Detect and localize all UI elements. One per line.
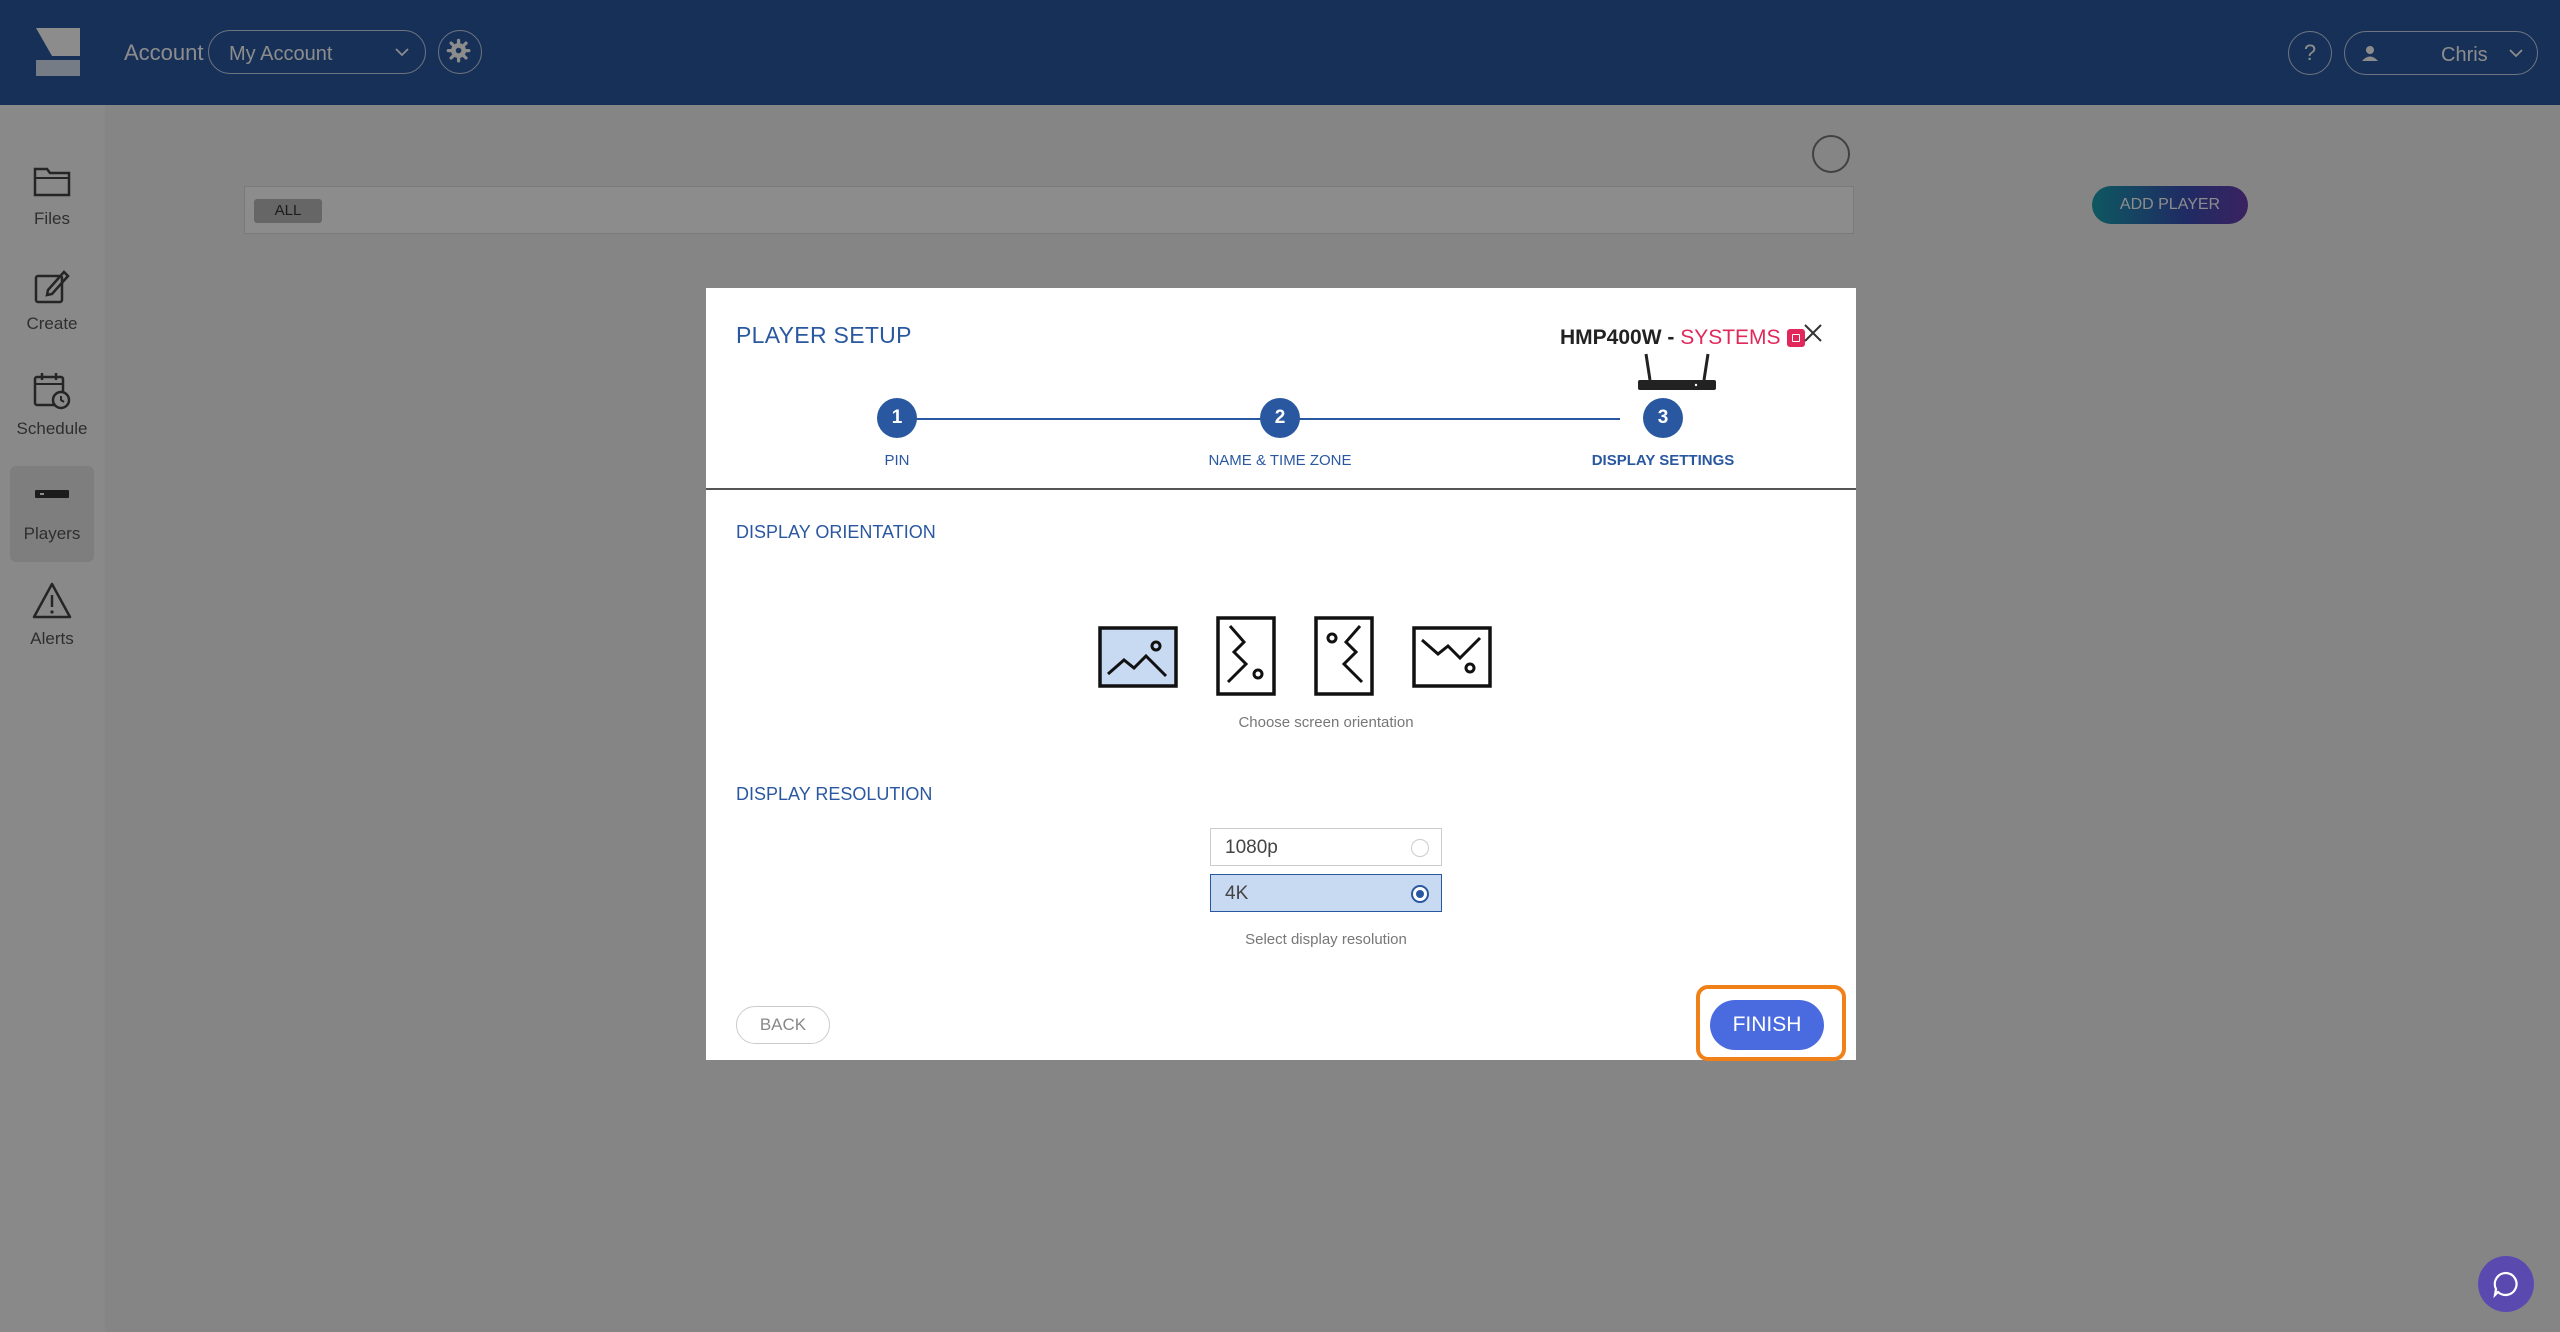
landscape-icon (1098, 626, 1178, 688)
orientation-landscape-option[interactable] (1098, 626, 1178, 688)
close-icon[interactable] (1802, 322, 1824, 344)
orientation-heading: DISPLAY ORIENTATION (736, 522, 936, 542)
step-3-label: DISPLAY SETTINGS (1591, 452, 1735, 469)
resolution-option-1080p[interactable]: 1080p (1210, 828, 1442, 866)
orientation-landscape-flipped-option[interactable] (1412, 626, 1492, 688)
step-1-circle: 1 (877, 398, 917, 438)
step-1-label: PIN (884, 452, 910, 469)
device-name: HMP400W - SYSTEMS (1560, 326, 1805, 350)
device-model: HMP400W - (1560, 326, 1681, 349)
device-tag: SYSTEMS (1680, 326, 1781, 349)
header-divider (706, 488, 1856, 490)
router-device-icon (1638, 353, 1716, 390)
resolution-option-4k[interactable]: 4K (1210, 874, 1442, 912)
portrait-right-icon (1216, 616, 1276, 696)
orientation-hint: Choose screen orientation (1238, 714, 1414, 731)
landscape-flipped-icon (1412, 626, 1492, 688)
orientation-portrait-right-option[interactable] (1216, 616, 1276, 696)
back-button[interactable]: BACK (736, 1006, 830, 1044)
step-3-circle: 3 (1643, 398, 1683, 438)
portrait-left-icon (1314, 616, 1374, 696)
player-setup-modal: PLAYER SETUP HMP400W - SYSTEMS 1 2 3 PIN… (706, 288, 1856, 1061)
resolution-option-label: 1080p (1225, 837, 1278, 858)
step-connector (896, 418, 1620, 420)
modal-title: PLAYER SETUP (736, 322, 912, 348)
chat-button[interactable] (2478, 1256, 2534, 1312)
finish-button[interactable]: FINISH (1710, 1000, 1824, 1050)
radio-button[interactable] (1411, 839, 1429, 857)
chat-bubble-icon (2493, 1271, 2518, 1298)
step-2-label: NAME & TIME ZONE (1208, 452, 1352, 469)
orientation-portrait-left-option[interactable] (1314, 616, 1374, 696)
resolution-heading: DISPLAY RESOLUTION (736, 784, 933, 804)
resolution-hint: Select display resolution (1245, 931, 1407, 948)
resolution-option-label: 4K (1225, 883, 1249, 904)
radio-button-selected[interactable] (1411, 885, 1429, 903)
step-2-circle: 2 (1260, 398, 1300, 438)
